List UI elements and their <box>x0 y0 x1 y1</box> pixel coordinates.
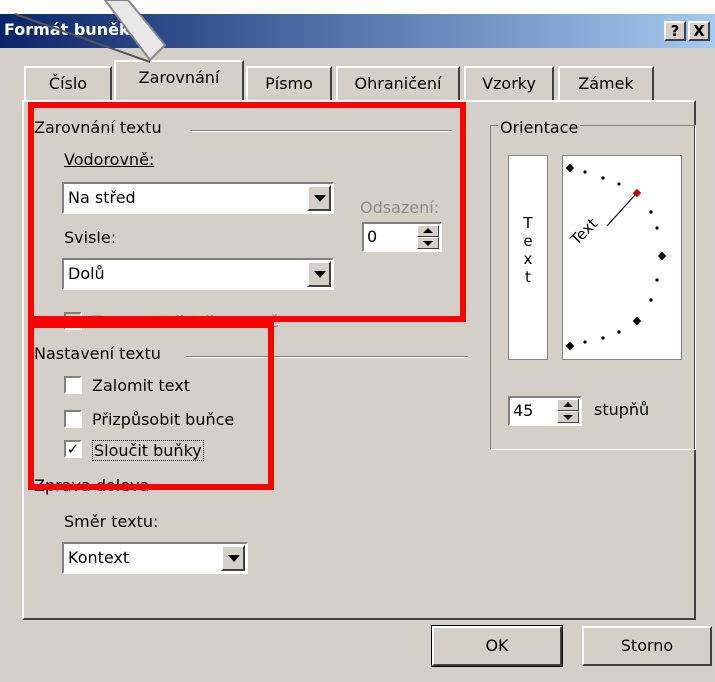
text-direction-value: Kontext <box>68 548 130 567</box>
orientation-dial[interactable]: Text <box>562 155 682 360</box>
justify-distributed-label: Zarovnat distribuovaně <box>92 312 280 331</box>
merge-cells-label: Sloučit buňky <box>92 440 204 461</box>
indent-label: Odsazení: <box>360 198 440 217</box>
spin-down-icon[interactable] <box>417 237 439 249</box>
spin-up-icon[interactable] <box>557 399 579 411</box>
shrink-to-fit-checkbox[interactable] <box>64 410 82 428</box>
merge-cells-checkbox[interactable]: ✓ <box>64 440 82 458</box>
spin-up-icon[interactable] <box>417 225 439 237</box>
format-cells-dialog: Formát buněk ? X Číslo Zarovnání Písmo O… <box>0 14 715 682</box>
shrink-to-fit-label: Přizpůsobit buňce <box>92 410 235 429</box>
text-direction-label: Směr textu: <box>64 512 159 531</box>
cursor-arrow-icon <box>14 0 167 63</box>
vertical-text-letter: x <box>523 250 533 268</box>
orientation-group-label: Orientace <box>498 118 581 137</box>
vertical-text-orientation[interactable]: T e x t <box>508 155 548 360</box>
indent-value: 0 <box>367 227 378 246</box>
degrees-value: 45 <box>513 401 534 420</box>
cancel-button[interactable]: Storno <box>582 626 712 666</box>
degrees-label: stupňů <box>594 400 650 419</box>
horizontal-value: Na střed <box>68 188 136 207</box>
vertical-text-letter: T <box>523 214 533 232</box>
spin-down-icon[interactable] <box>557 411 579 423</box>
vertical-select[interactable]: Dolů <box>62 258 334 290</box>
vertical-label: Svisle: <box>64 228 117 247</box>
chevron-down-icon[interactable] <box>307 261 331 287</box>
text-direction-select[interactable]: Kontext <box>62 542 248 574</box>
separator <box>190 130 452 132</box>
text-alignment-group-label: Zarovnání textu <box>34 118 162 137</box>
panel-content: Zarovnání textu Vodorovně: Na střed Odsa… <box>0 0 715 682</box>
wrap-text-label: Zalomit text <box>92 376 190 395</box>
justify-distributed-checkbox[interactable] <box>64 312 82 330</box>
horizontal-select[interactable]: Na střed <box>62 182 334 214</box>
orientation-dial-graphic <box>565 163 667 351</box>
vertical-value: Dolů <box>68 264 105 283</box>
chevron-down-icon[interactable] <box>221 545 245 571</box>
vertical-text-letter: t <box>525 268 531 286</box>
separator <box>186 356 468 358</box>
chevron-down-icon[interactable] <box>307 185 331 211</box>
text-control-group-label: Nastavení textu <box>34 344 161 363</box>
rtl-group-label: Zprava doleva <box>34 476 150 495</box>
horizontal-label: Vodorovně: <box>64 150 155 169</box>
indent-spinner[interactable]: 0 <box>362 222 442 252</box>
vertical-text-letter: e <box>523 232 533 250</box>
wrap-text-checkbox[interactable] <box>64 376 82 394</box>
ok-button[interactable]: OK <box>431 625 563 667</box>
degrees-spinner[interactable]: 45 <box>508 396 582 426</box>
